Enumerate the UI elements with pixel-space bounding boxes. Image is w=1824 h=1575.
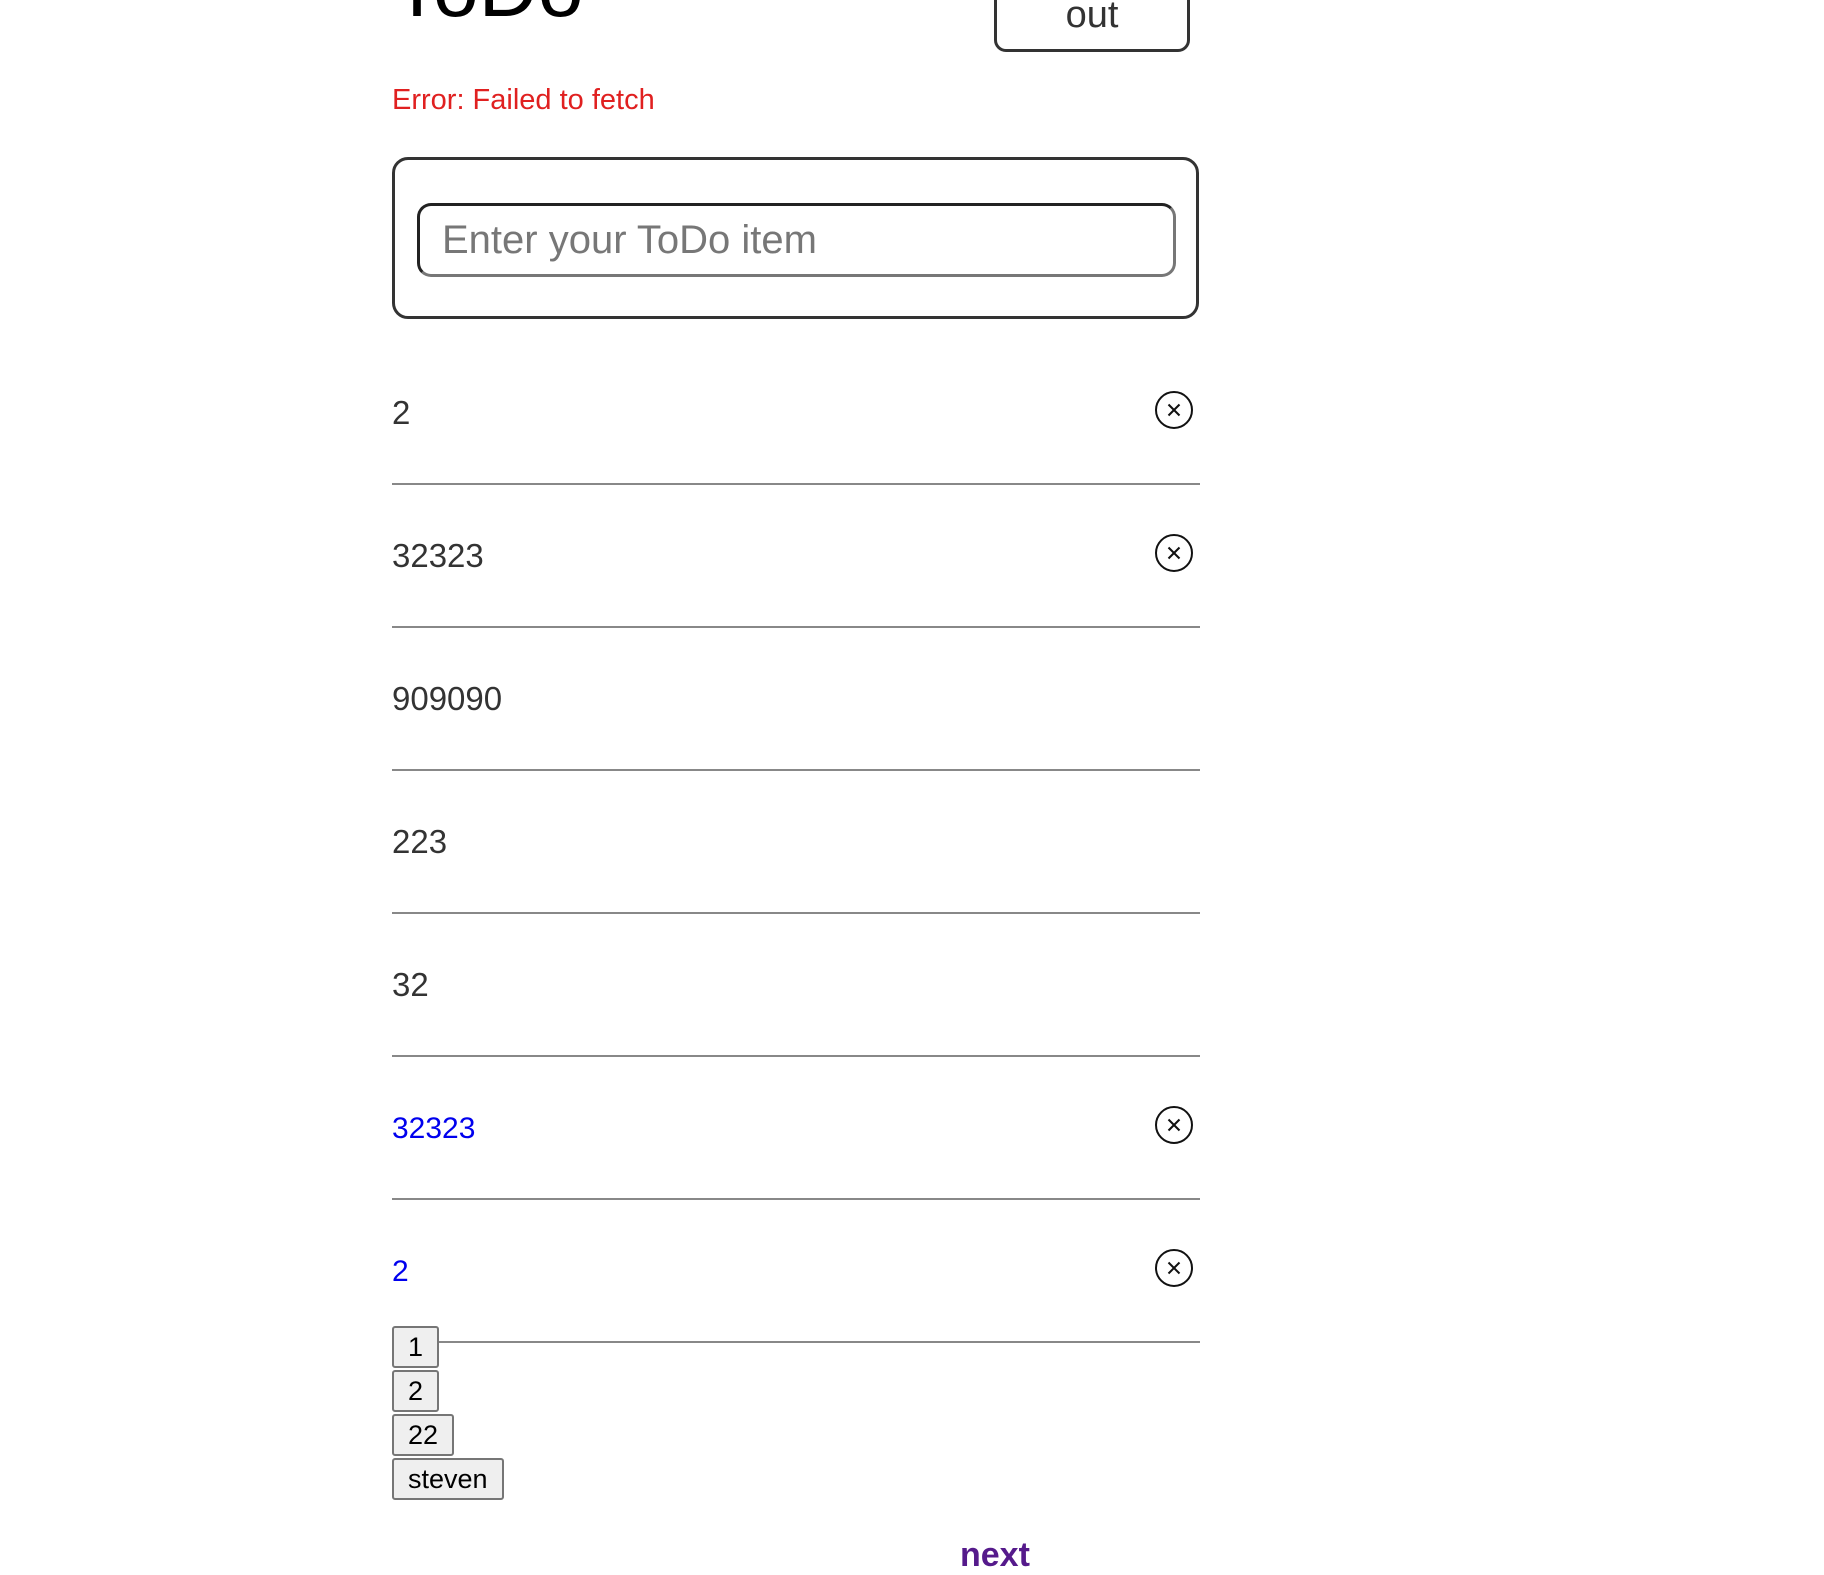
page-button-22[interactable]: 22 bbox=[392, 1414, 455, 1456]
todo-item: 32323 bbox=[392, 485, 1200, 628]
close-circle-icon[interactable] bbox=[1154, 1248, 1194, 1288]
next-link[interactable]: next bbox=[960, 1536, 1030, 1575]
logout-button[interactable]: out bbox=[994, 0, 1190, 52]
error-message: Error: Failed to fetch bbox=[392, 84, 655, 116]
todo-item-text[interactable]: 2 bbox=[392, 394, 410, 432]
todo-input[interactable] bbox=[417, 203, 1176, 277]
close-circle-icon[interactable] bbox=[1154, 533, 1194, 573]
page-button-steven[interactable]: steven bbox=[392, 1458, 504, 1500]
todo-form bbox=[392, 157, 1199, 319]
todo-item-completed: 2 bbox=[392, 1200, 1200, 1343]
todo-item: 2 bbox=[392, 342, 1200, 485]
todo-item: 223 bbox=[392, 771, 1200, 914]
todo-item: 32 bbox=[392, 914, 1200, 1057]
page-title: ToDo bbox=[392, 0, 583, 30]
todo-list: 2 32323 909090 223 32 32323 2 bbox=[392, 342, 1200, 1343]
pagination: 1 2 22 steven bbox=[392, 1326, 504, 1502]
todo-item-text[interactable]: 223 bbox=[392, 823, 447, 861]
todo-item-text[interactable]: 32 bbox=[392, 966, 429, 1004]
todo-item-text[interactable]: 2 bbox=[392, 1255, 409, 1289]
todo-item: 909090 bbox=[392, 628, 1200, 771]
todo-item-text[interactable]: 32323 bbox=[392, 1112, 475, 1146]
todo-item-completed: 32323 bbox=[392, 1057, 1200, 1200]
close-circle-icon[interactable] bbox=[1154, 390, 1194, 430]
page-button-1[interactable]: 1 bbox=[392, 1326, 440, 1368]
page-button-2[interactable]: 2 bbox=[392, 1370, 440, 1412]
close-circle-icon[interactable] bbox=[1154, 1105, 1194, 1145]
todo-item-text[interactable]: 909090 bbox=[392, 680, 502, 718]
todo-item-text[interactable]: 32323 bbox=[392, 537, 484, 575]
